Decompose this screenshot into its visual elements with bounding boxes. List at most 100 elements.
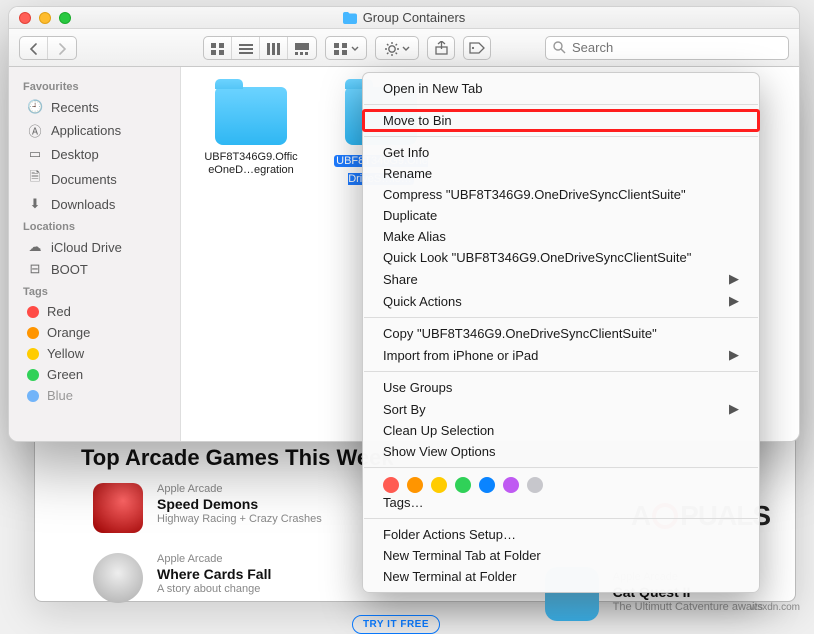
context-menu: Open in New Tab Move to Bin Get Info Ren… — [362, 72, 760, 593]
tag-color-grey[interactable] — [527, 477, 543, 493]
tag-color-yellow[interactable] — [431, 477, 447, 493]
tag-dot-icon — [27, 348, 39, 360]
downloads-icon: ⬇ — [27, 196, 43, 212]
tag-color-orange[interactable] — [407, 477, 423, 493]
menu-folder-actions[interactable]: Folder Actions Setup… — [363, 524, 759, 545]
menu-duplicate[interactable]: Duplicate — [363, 205, 759, 226]
sidebar-item-icloud[interactable]: ☁ iCloud Drive — [9, 236, 180, 258]
sidebar-tag-blue[interactable]: Blue — [9, 385, 180, 406]
gallery-view-button[interactable] — [288, 37, 316, 60]
submenu-arrow-icon: ▶ — [729, 347, 739, 363]
tag-color-red[interactable] — [383, 477, 399, 493]
game-thumbnail — [93, 483, 143, 533]
sidebar-section-favourites: Favourites — [9, 75, 180, 96]
sidebar-item-label: Downloads — [51, 197, 115, 212]
finder-sidebar: Favourites 🕘 Recents ⒶApplications ▭Deskt… — [9, 67, 181, 441]
sidebar-tag-green[interactable]: Green — [9, 364, 180, 385]
menu-new-terminal-tab[interactable]: New Terminal Tab at Folder — [363, 545, 759, 566]
tag-dot-icon — [27, 390, 39, 402]
search-field[interactable] — [545, 36, 789, 60]
menu-tag-palette — [363, 473, 759, 495]
menu-sort-by[interactable]: Sort By▶ — [363, 398, 759, 420]
sidebar-item-label: BOOT — [51, 262, 88, 277]
menu-use-groups[interactable]: Use Groups — [363, 377, 759, 398]
menu-tags[interactable]: Tags… — [363, 495, 759, 513]
sidebar-item-recents[interactable]: 🕘 Recents — [9, 96, 180, 118]
arcade-label: Apple Arcade — [157, 553, 271, 565]
window-title: Group Containers — [363, 10, 466, 25]
disk-icon: ⊟ — [27, 261, 43, 277]
sidebar-item-desktop[interactable]: ▭Desktop — [9, 143, 180, 165]
menu-import-iphone[interactable]: Import from iPhone or iPad▶ — [363, 344, 759, 366]
tag-dot-icon — [27, 369, 39, 381]
sidebar-tag-red[interactable]: Red — [9, 301, 180, 322]
game-thumbnail — [93, 553, 143, 603]
try-free-button[interactable]: TRY IT FREE — [352, 615, 440, 634]
action-button[interactable] — [376, 37, 418, 60]
sidebar-tag-yellow[interactable]: Yellow — [9, 343, 180, 364]
list-view-button[interactable] — [232, 37, 260, 60]
tag-color-blue[interactable] — [479, 477, 495, 493]
tags-button[interactable] — [463, 36, 491, 60]
group-by-segment — [325, 36, 367, 60]
menu-new-terminal[interactable]: New Terminal at Folder — [363, 566, 759, 587]
column-view-button[interactable] — [260, 37, 288, 60]
menu-separator — [364, 104, 758, 105]
folder-icon — [343, 12, 357, 24]
game-desc: Highway Racing + Crazy Crashes — [157, 513, 322, 525]
submenu-arrow-icon: ▶ — [729, 293, 739, 309]
menu-quick-actions[interactable]: Quick Actions▶ — [363, 290, 759, 312]
arcade-label: Apple Arcade — [157, 483, 322, 495]
view-mode-segment — [203, 36, 317, 60]
sidebar-item-label: Red — [47, 304, 71, 319]
sidebar-item-documents[interactable]: 🗎Documents — [9, 165, 180, 193]
image-credit: wsxdn.com — [750, 602, 800, 613]
back-button[interactable] — [20, 37, 48, 60]
clock-icon: 🕘 — [27, 99, 43, 115]
sidebar-item-label: Yellow — [47, 346, 84, 361]
folder-name: UBF8T346G9.OfficeOneD…egration — [203, 151, 299, 177]
group-by-button[interactable] — [326, 37, 366, 60]
sidebar-item-boot[interactable]: ⊟ BOOT — [9, 258, 180, 280]
icloud-icon: ☁ — [27, 239, 43, 255]
tag-color-purple[interactable] — [503, 477, 519, 493]
menu-separator — [364, 317, 758, 318]
documents-icon: 🗎 — [27, 168, 43, 190]
menu-separator — [364, 371, 758, 372]
icon-view-button[interactable] — [204, 37, 232, 60]
sidebar-section-tags: Tags — [9, 280, 180, 301]
sidebar-item-label: Recents — [51, 100, 99, 115]
menu-get-info[interactable]: Get Info — [363, 142, 759, 163]
menu-show-view-options[interactable]: Show View Options — [363, 441, 759, 462]
sidebar-item-downloads[interactable]: ⬇ Downloads — [9, 193, 180, 215]
menu-copy[interactable]: Copy "UBF8T346G9.OneDriveSyncClientSuite… — [363, 323, 759, 344]
game-title: Speed Demons — [157, 496, 322, 512]
submenu-arrow-icon: ▶ — [729, 271, 739, 287]
sidebar-section-locations: Locations — [9, 215, 180, 236]
menu-rename[interactable]: Rename — [363, 163, 759, 184]
share-button[interactable] — [427, 36, 455, 60]
search-input[interactable] — [572, 40, 780, 55]
folder-item[interactable]: UBF8T346G9.OfficeOneD…egration — [203, 87, 299, 177]
menu-clean-up[interactable]: Clean Up Selection — [363, 420, 759, 441]
sidebar-item-applications[interactable]: ⒶApplications — [9, 118, 180, 143]
finder-titlebar[interactable]: Group Containers — [9, 7, 799, 29]
action-menu — [375, 36, 419, 60]
sidebar-item-label: Blue — [47, 388, 73, 403]
finder-toolbar — [9, 29, 799, 67]
tag-dot-icon — [27, 327, 39, 339]
menu-separator — [364, 136, 758, 137]
desktop-icon: ▭ — [27, 146, 43, 162]
menu-open-new-tab[interactable]: Open in New Tab — [363, 78, 759, 99]
forward-button[interactable] — [48, 37, 76, 60]
menu-quick-look[interactable]: Quick Look "UBF8T346G9.OneDriveSyncClien… — [363, 247, 759, 268]
sidebar-item-label: Green — [47, 367, 83, 382]
menu-make-alias[interactable]: Make Alias — [363, 226, 759, 247]
tag-color-green[interactable] — [455, 477, 471, 493]
folder-icon — [215, 87, 287, 145]
menu-move-to-bin[interactable]: Move to Bin — [363, 110, 759, 131]
menu-compress[interactable]: Compress "UBF8T346G9.OneDriveSyncClientS… — [363, 184, 759, 205]
menu-share[interactable]: Share▶ — [363, 268, 759, 290]
sidebar-tag-orange[interactable]: Orange — [9, 322, 180, 343]
sidebar-item-label: iCloud Drive — [51, 240, 122, 255]
